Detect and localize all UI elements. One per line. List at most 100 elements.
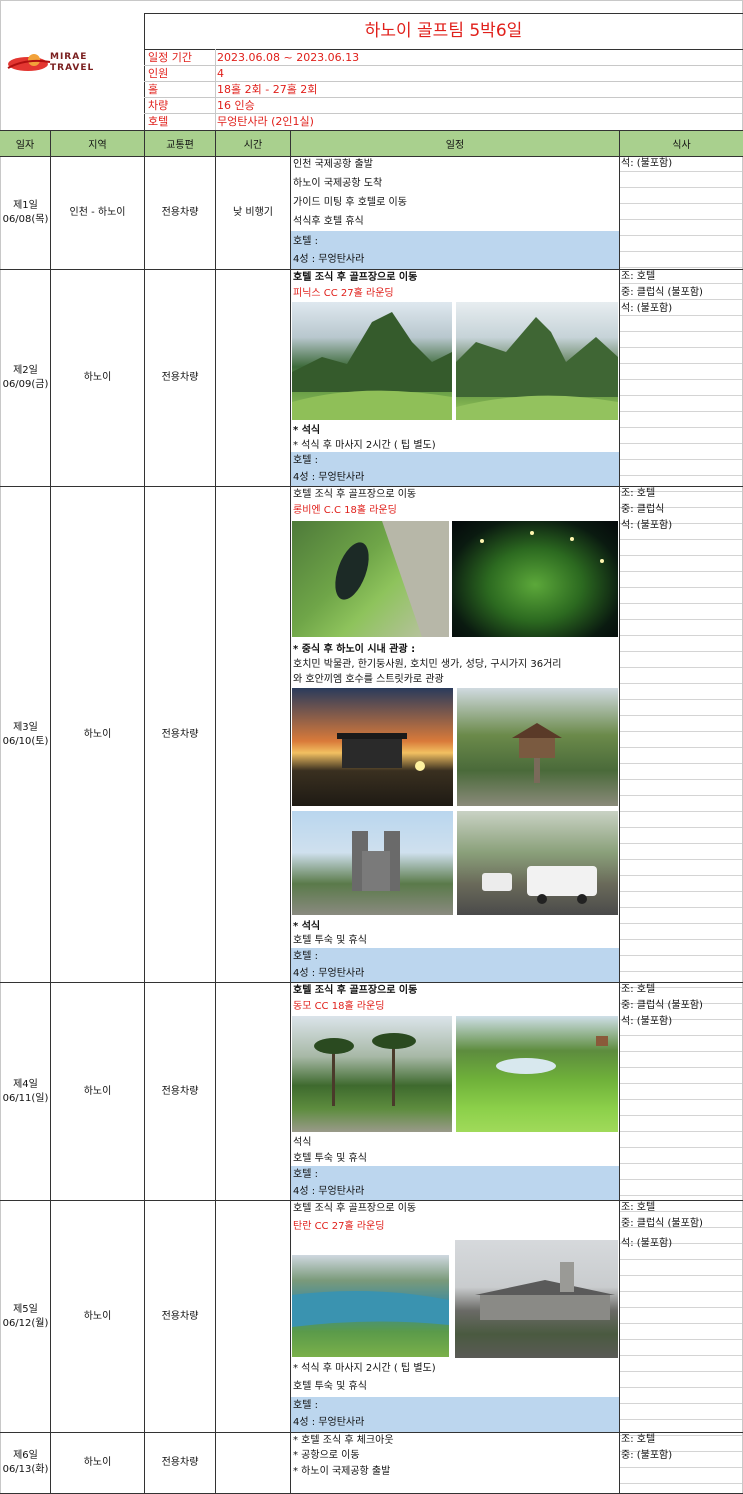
info-label-holes: 홀 (148, 83, 159, 96)
street-car-icon (482, 866, 597, 904)
day3-photo-night-course (452, 521, 618, 637)
day5-line-3: * 석식 후 마사지 2시간 ( 팁 별도) (293, 1363, 436, 1374)
meal-grid (620, 156, 742, 1494)
day6-region: 하노이 (83, 1457, 112, 1468)
palm-tree-icon (314, 1033, 416, 1106)
day3-photo-one-pillar-pagoda (457, 688, 618, 806)
day4-line-3: 석식 (293, 1137, 312, 1148)
day3-line-2: 롱비엔 C.C 18홀 라운딩 (293, 505, 397, 516)
day3-photo-ho-chi-minh-mausoleum (292, 688, 453, 806)
day1-label: 제1일 (13, 200, 38, 211)
day4-line-1: 호텔 조식 후 골프장으로 이동 (293, 985, 418, 996)
day5-line-4: 호텔 투숙 및 휴식 (293, 1381, 367, 1392)
header-region: 지역 (51, 130, 144, 156)
day4-hotel-name: 4성 : 무엉탄사라 (293, 1186, 365, 1197)
day3-line-5: 와 호안끼엠 호수를 스트릿카로 관광 (293, 674, 444, 685)
day4-meal-2: 중: 클럽식 (불포함) (621, 1000, 703, 1011)
day5-date: 06/12(월) (2, 1317, 49, 1329)
header-time: 시간 (216, 130, 290, 156)
day2-hotel-label: 호텔 : (293, 455, 318, 466)
day1-hotel-name: 4성 : 무엉탄사라 (293, 254, 365, 265)
day3-cell: 제3일 06/10(토) (1, 487, 50, 982)
day5-meal-3: 석: (불포함) (621, 1238, 673, 1249)
day2-label: 제2일 (13, 365, 38, 376)
day1-line-4: 석식후 호텔 휴식 (293, 216, 364, 227)
mausoleum-icon (337, 733, 425, 771)
day3-date: 06/10(토) (2, 735, 49, 747)
day2-meal-3: 석: (불포함) (621, 303, 673, 314)
day4-cell: 제4일 06/11(일) (1, 983, 50, 1200)
day3-photo-cathedral (292, 811, 453, 915)
logo-text-mirae: MIRAE (50, 52, 88, 62)
day6-transport: 전용차량 (161, 1457, 199, 1468)
day2-photo-golf-course-1 (292, 302, 452, 420)
day1-hotel-label: 호텔 : (293, 236, 318, 247)
logo-text-travel: TRAVEL (50, 63, 95, 73)
info-value-period: 2023.06.08 ~ 2023.06.13 (217, 51, 360, 64)
day3-line-1: 호텔 조식 후 골프장으로 이동 (293, 489, 417, 500)
info-value-holes: 18홀 2회 - 27홀 2회 (217, 83, 318, 96)
day5-line-2: 탄란 CC 27홀 라운딩 (293, 1221, 385, 1232)
info-label-hotel: 호텔 (148, 115, 169, 128)
day5-transport: 전용차량 (161, 1310, 199, 1322)
info-value-vehicle: 16 인승 (217, 99, 255, 112)
day4-line-4: 호텔 투숙 및 휴식 (293, 1153, 367, 1164)
day3-photo-street-car (457, 811, 618, 915)
day3-label: 제3일 (13, 721, 38, 733)
day6-meal-2: 중: (불포함) (621, 1450, 673, 1461)
day4-region: 하노이 (83, 1085, 112, 1097)
mountain-photo-icon (456, 317, 618, 420)
day2-photo-golf-course-2 (456, 302, 618, 420)
pagoda-icon (512, 723, 562, 783)
day5-photo-lake-course (292, 1255, 449, 1357)
day2-meal-1: 조: 호텔 (621, 271, 656, 282)
day2-hotel-name: 4성 : 무엉탄사라 (293, 472, 365, 483)
day5-hotel-name: 4성 : 무엉탄사라 (293, 1417, 365, 1428)
day6-date: 06/13(화) (2, 1464, 49, 1475)
day3-transport: 전용차량 (161, 728, 199, 740)
day5-region: 하노이 (83, 1310, 112, 1322)
day1-meal-1: 석: (불포함) (621, 158, 673, 169)
day4-hotel-label: 호텔 : (293, 1169, 318, 1180)
day3-photo-aerial-course (292, 521, 449, 637)
day1-line-3: 가이드 미팅 후 호텔로 이동 (293, 197, 407, 208)
day3-meal-3: 석: (불포함) (621, 520, 673, 531)
mountain-photo-icon (292, 312, 452, 420)
day4-meal-1: 조: 호텔 (621, 984, 656, 995)
day6-label: 제6일 (13, 1450, 38, 1461)
day5-label: 제5일 (13, 1303, 38, 1315)
day1-line-2: 하노이 국제공항 도착 (293, 178, 383, 189)
day4-photo-green (456, 1016, 618, 1132)
day6-meal-1: 조: 호텔 (621, 1434, 656, 1445)
header-day: 일자 (0, 130, 50, 156)
lake-icon (292, 1291, 449, 1327)
day5-meal-1: 조: 호텔 (621, 1202, 656, 1213)
day2-date: 06/09(금) (2, 379, 49, 390)
day4-line-2: 동모 CC 18홀 라운딩 (293, 1001, 385, 1012)
day4-transport: 전용차량 (161, 1085, 199, 1097)
day1-region: 인천 - 하노이 (69, 207, 126, 218)
info-label-people: 인원 (148, 67, 169, 80)
day6-cell: 제6일 06/13(화) (1, 1433, 50, 1493)
day5-photo-clubhouse (455, 1240, 618, 1358)
info-value-hotel: 무엉탄사라 (2인1실) (217, 115, 314, 128)
info-value-people: 4 (217, 67, 224, 80)
day2-transport: 전용차량 (161, 372, 199, 383)
day6-line-2: * 공항으로 이동 (293, 1450, 360, 1461)
day2-meal-2: 중: 클럽식 (불포함) (621, 287, 703, 298)
header-meal: 식사 (620, 130, 743, 156)
day3-line-7: 호텔 투숙 및 휴식 (293, 935, 367, 946)
day5-meal-2: 중: 클럽식 (불포함) (621, 1218, 703, 1229)
day1-time: 낮 비행기 (233, 207, 273, 218)
day1-date: 06/08(목) (2, 214, 49, 225)
day4-label: 제4일 (13, 1078, 38, 1090)
day3-meal-2: 중: 클럽식 (621, 504, 665, 515)
day5-line-1: 호텔 조식 후 골프장으로 이동 (293, 1203, 417, 1214)
day4-meal-3: 석: (불포함) (621, 1016, 673, 1027)
day6-line-3: * 하노이 국제공항 출발 (293, 1466, 391, 1477)
day2-region: 하노이 (83, 372, 112, 383)
header-transport: 교통편 (145, 130, 215, 156)
night-lights-icon (480, 531, 604, 563)
day4-photo-palm-course (292, 1016, 452, 1132)
info-label-vehicle: 차량 (148, 99, 169, 112)
